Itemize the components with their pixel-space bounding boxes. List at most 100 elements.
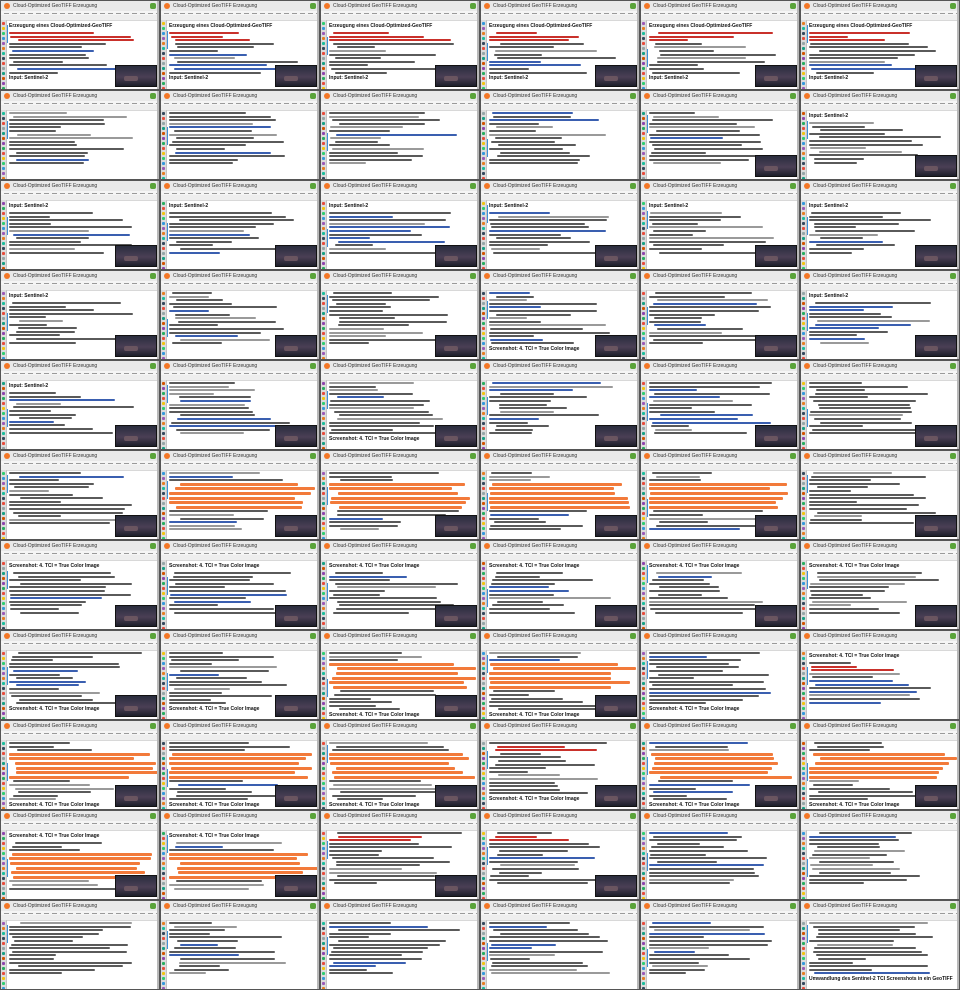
dock-app-icon[interactable] bbox=[642, 32, 645, 35]
dock-app-icon[interactable] bbox=[802, 767, 805, 770]
dock-app-icon[interactable] bbox=[2, 742, 5, 745]
dock-app-icon[interactable] bbox=[322, 22, 325, 25]
dock-app-icon[interactable] bbox=[162, 572, 165, 575]
dock-app-icon[interactable] bbox=[322, 512, 325, 515]
dock-app-icon[interactable] bbox=[2, 762, 5, 765]
dock-app-icon[interactable] bbox=[802, 42, 805, 45]
dock-app-icon[interactable] bbox=[322, 952, 325, 955]
scrollbar[interactable] bbox=[317, 91, 319, 179]
dock-app-icon[interactable] bbox=[642, 142, 645, 145]
dock-app-icon[interactable] bbox=[642, 527, 645, 530]
dock-app-icon[interactable] bbox=[642, 617, 645, 620]
dock-app-icon[interactable] bbox=[482, 52, 485, 55]
dock-app-icon[interactable] bbox=[802, 347, 805, 350]
dock-app-icon[interactable] bbox=[162, 752, 165, 755]
dock-app-icon[interactable] bbox=[482, 262, 485, 265]
dock-app-icon[interactable] bbox=[482, 77, 485, 80]
dock-app-icon[interactable] bbox=[802, 62, 805, 65]
dock-app-icon[interactable] bbox=[482, 622, 485, 625]
dock-app-icon[interactable] bbox=[802, 757, 805, 760]
notebook-toolbar[interactable] bbox=[1, 15, 159, 21]
dock-app-icon[interactable] bbox=[2, 697, 5, 700]
dock-app-icon[interactable] bbox=[802, 982, 805, 985]
dock-app-icon[interactable] bbox=[2, 672, 5, 675]
dock-app-icon[interactable] bbox=[162, 762, 165, 765]
dock-app-icon[interactable] bbox=[2, 297, 5, 300]
notebook-toolbar[interactable] bbox=[641, 195, 799, 201]
dock-app-icon[interactable] bbox=[2, 572, 5, 575]
scrollbar[interactable] bbox=[477, 271, 479, 359]
dock-app-icon[interactable] bbox=[162, 652, 165, 655]
dock-app-icon[interactable] bbox=[322, 747, 325, 750]
dock-app-icon[interactable] bbox=[162, 62, 165, 65]
dock-app-icon[interactable] bbox=[642, 752, 645, 755]
dock-app-icon[interactable] bbox=[802, 157, 805, 160]
notebook-toolbar[interactable] bbox=[1, 915, 159, 921]
dock-app-icon[interactable] bbox=[642, 597, 645, 600]
dock-app-icon[interactable] bbox=[482, 437, 485, 440]
dock-app-icon[interactable] bbox=[642, 172, 645, 175]
dock-app-icon[interactable] bbox=[162, 952, 165, 955]
dock-app-icon[interactable] bbox=[642, 857, 645, 860]
dock-app-icon[interactable] bbox=[802, 852, 805, 855]
dock-app-icon[interactable] bbox=[2, 427, 5, 430]
dock-app-icon[interactable] bbox=[482, 792, 485, 795]
dock-app-icon[interactable] bbox=[2, 942, 5, 945]
dock-app-icon[interactable] bbox=[642, 937, 645, 940]
dock-app-icon[interactable] bbox=[802, 37, 805, 40]
dock-app-icon[interactable] bbox=[482, 667, 485, 670]
dock-app-icon[interactable] bbox=[802, 842, 805, 845]
dock-app-icon[interactable] bbox=[642, 657, 645, 660]
dock-app-icon[interactable] bbox=[802, 577, 805, 580]
dock-app-icon[interactable] bbox=[642, 77, 645, 80]
dock-app-icon[interactable] bbox=[482, 567, 485, 570]
dock-app-icon[interactable] bbox=[642, 922, 645, 925]
dock-app-icon[interactable] bbox=[482, 522, 485, 525]
notebook-toolbar[interactable] bbox=[161, 375, 319, 381]
dock-app-icon[interactable] bbox=[322, 682, 325, 685]
dock-app-icon[interactable] bbox=[322, 882, 325, 885]
dock-app-icon[interactable] bbox=[162, 72, 165, 75]
notebook-toolbar[interactable] bbox=[321, 465, 479, 471]
notebook-toolbar[interactable] bbox=[1, 465, 159, 471]
dock-app-icon[interactable] bbox=[162, 82, 165, 85]
dock-app-icon[interactable] bbox=[322, 777, 325, 780]
dock-app-icon[interactable] bbox=[802, 82, 805, 85]
dock-app-icon[interactable] bbox=[482, 172, 485, 175]
dock-app-icon[interactable] bbox=[2, 867, 5, 870]
dock-app-icon[interactable] bbox=[322, 242, 325, 245]
dock-app-icon[interactable] bbox=[2, 707, 5, 710]
dock-app-icon[interactable] bbox=[642, 577, 645, 580]
dock-app-icon[interactable] bbox=[802, 427, 805, 430]
dock-app-icon[interactable] bbox=[322, 767, 325, 770]
dock-app-icon[interactable] bbox=[162, 947, 165, 950]
dock-app-icon[interactable] bbox=[482, 747, 485, 750]
dock-app-icon[interactable] bbox=[322, 397, 325, 400]
dock-app-icon[interactable] bbox=[482, 257, 485, 260]
dock-app-icon[interactable] bbox=[322, 352, 325, 355]
dock-app-icon[interactable] bbox=[802, 602, 805, 605]
dock-app-icon[interactable] bbox=[642, 942, 645, 945]
dock-app-icon[interactable] bbox=[2, 257, 5, 260]
dock-app-icon[interactable] bbox=[322, 157, 325, 160]
dock-app-icon[interactable] bbox=[482, 57, 485, 60]
dock-app-icon[interactable] bbox=[802, 892, 805, 895]
dock-app-icon[interactable] bbox=[642, 347, 645, 350]
dock-app-icon[interactable] bbox=[2, 302, 5, 305]
dock-app-icon[interactable] bbox=[162, 477, 165, 480]
dock-app-icon[interactable] bbox=[2, 527, 5, 530]
dock-app-icon[interactable] bbox=[642, 697, 645, 700]
dock-app-icon[interactable] bbox=[322, 862, 325, 865]
dock-app-icon[interactable] bbox=[322, 82, 325, 85]
dock-app-icon[interactable] bbox=[802, 382, 805, 385]
dock-app-icon[interactable] bbox=[322, 772, 325, 775]
dock-app-icon[interactable] bbox=[2, 482, 5, 485]
dock-app-icon[interactable] bbox=[642, 872, 645, 875]
dock-app-icon[interactable] bbox=[642, 472, 645, 475]
dock-app-icon[interactable] bbox=[322, 617, 325, 620]
dock-app-icon[interactable] bbox=[482, 412, 485, 415]
dock-app-icon[interactable] bbox=[642, 207, 645, 210]
dock-app-icon[interactable] bbox=[162, 522, 165, 525]
dock-app-icon[interactable] bbox=[2, 832, 5, 835]
dock-app-icon[interactable] bbox=[322, 947, 325, 950]
